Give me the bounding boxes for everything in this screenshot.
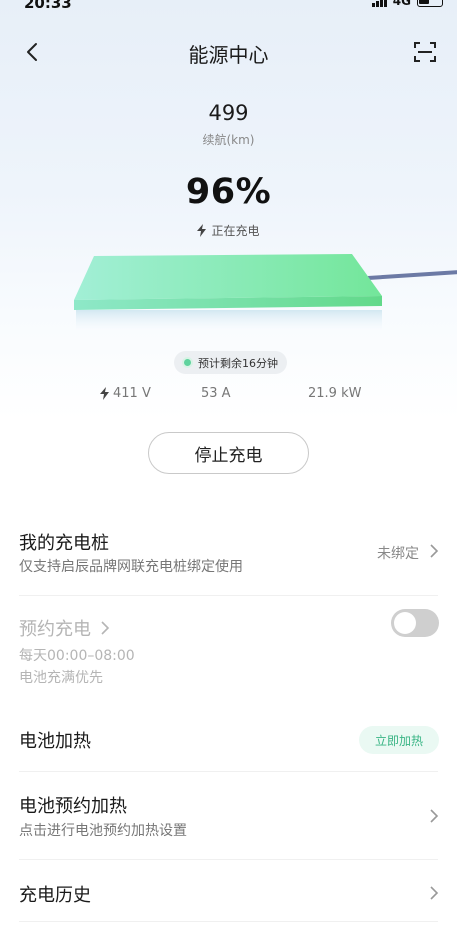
status-bar: 20:33 4G (0, 0, 457, 14)
signal-icon (371, 0, 387, 7)
voltage-value: 411 V (113, 386, 151, 401)
chevron-right-icon (430, 809, 439, 823)
power-value: 21.9 kW (308, 386, 362, 401)
chevron-right-icon (430, 886, 439, 900)
header: 能源中心 (0, 30, 457, 74)
charging-pad-illustration (74, 254, 457, 330)
charging-status: 正在充电 (0, 222, 457, 239)
pad-shadow (76, 310, 382, 330)
battery-percentage: 96% (185, 172, 272, 212)
my-charger-subtitle: 仅支持启辰品牌网联充电桩绑定使用 (19, 559, 243, 575)
heat-now-button[interactable]: 立即加热 (359, 726, 439, 754)
divider (19, 921, 438, 922)
scheduled-charge-mode: 电池充满优先 (19, 670, 103, 686)
eta-text: 预计剩余16分钟 (198, 356, 278, 370)
stop-charging-button[interactable]: 停止充电 (148, 432, 309, 474)
charging-cable (367, 270, 457, 280)
scheduled-heat-subtitle: 点击进行电池预约加热设置 (19, 823, 187, 839)
scheduled-charge-toggle[interactable] (391, 609, 439, 637)
scan-button[interactable] (411, 38, 439, 66)
scheduled-heat-title: 电池预约加热 (19, 796, 127, 817)
status-indicators: 4G (371, 0, 443, 8)
voltage-metric: 411 V (100, 386, 151, 401)
eta-dot-icon (182, 357, 193, 368)
charging-metrics: 411 V 53 A 21.9 kW (0, 386, 457, 404)
scheduled-charge-title[interactable]: 预约充电 (19, 615, 111, 641)
divider (19, 771, 438, 772)
toggle-knob (394, 612, 416, 634)
eta-badge: 预计剩余16分钟 (174, 351, 287, 374)
network-type: 4G (392, 0, 411, 8)
charger-bind-status: 未绑定 (377, 546, 419, 562)
current-value: 53 A (201, 386, 231, 401)
range-label: 续航(km) (202, 133, 255, 147)
scheduled-heat-row[interactable]: 电池预约加热 点击进行电池预约加热设置 (0, 784, 457, 860)
scheduled-charge-time: 每天00:00–08:00 (19, 648, 135, 664)
scheduled-charge-row: 预约充电 每天00:00–08:00 电池充满优先 (0, 606, 457, 706)
divider (19, 859, 438, 860)
range-value: 499 (208, 101, 249, 125)
status-time: 20:33 (24, 0, 72, 12)
lightning-icon (197, 224, 207, 237)
lightning-icon (100, 387, 109, 400)
chevron-right-icon (430, 544, 439, 558)
page-title: 能源中心 (188, 43, 269, 67)
charging-history-title: 充电历史 (19, 885, 91, 906)
scan-icon (414, 42, 436, 62)
my-charger-row[interactable]: 我的充电桩 仅支持启辰品牌网联充电桩绑定使用 未绑定 (0, 520, 457, 596)
charging-history-row[interactable]: 充电历史 (0, 866, 457, 922)
pad-top (74, 254, 382, 300)
charging-status-label: 正在充电 (211, 224, 260, 238)
battery-heat-title: 电池加热 (19, 731, 91, 752)
scheduled-charge-label: 预约充电 (19, 619, 91, 640)
my-charger-title: 我的充电桩 (19, 533, 109, 554)
battery-icon (417, 0, 443, 7)
divider (19, 595, 438, 596)
chevron-right-icon (101, 621, 110, 635)
